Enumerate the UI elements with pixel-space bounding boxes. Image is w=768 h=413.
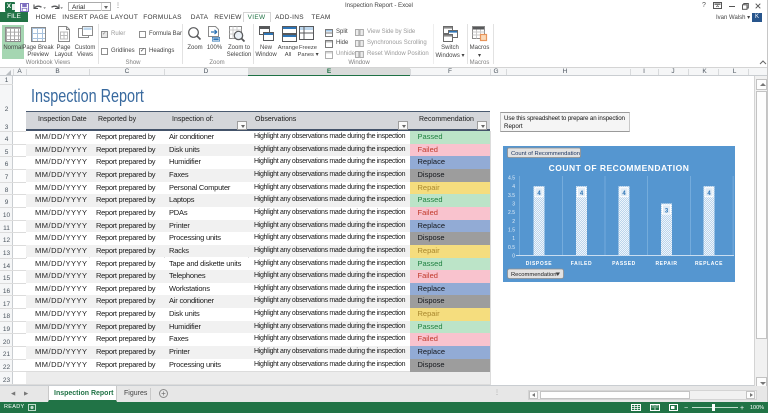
- svg-text:1.5: 1.5: [508, 228, 515, 234]
- svg-text:4: 4: [512, 184, 515, 190]
- svg-text:REPLACE: REPLACE: [695, 261, 723, 267]
- svg-text:Recommendation: Recommendation: [511, 272, 556, 278]
- svg-text:4.5: 4.5: [508, 176, 515, 182]
- svg-text:2: 2: [512, 219, 515, 225]
- svg-text:REPAIR: REPAIR: [655, 261, 677, 267]
- svg-text:3: 3: [512, 202, 515, 208]
- svg-text:Count of Recommendation: Count of Recommendation: [511, 151, 580, 157]
- svg-text:2.5: 2.5: [508, 210, 515, 216]
- svg-text:PASSED: PASSED: [612, 261, 636, 267]
- svg-text:0: 0: [512, 254, 515, 260]
- svg-text:3.5: 3.5: [508, 193, 515, 199]
- svg-text:COUNT OF RECOMMENDATION: COUNT OF RECOMMENDATION: [549, 163, 690, 173]
- svg-text:0.5: 0.5: [508, 245, 515, 251]
- svg-text:DISPOSE: DISPOSE: [526, 261, 552, 267]
- svg-text:1: 1: [512, 236, 515, 242]
- svg-text:FAILED: FAILED: [571, 261, 592, 267]
